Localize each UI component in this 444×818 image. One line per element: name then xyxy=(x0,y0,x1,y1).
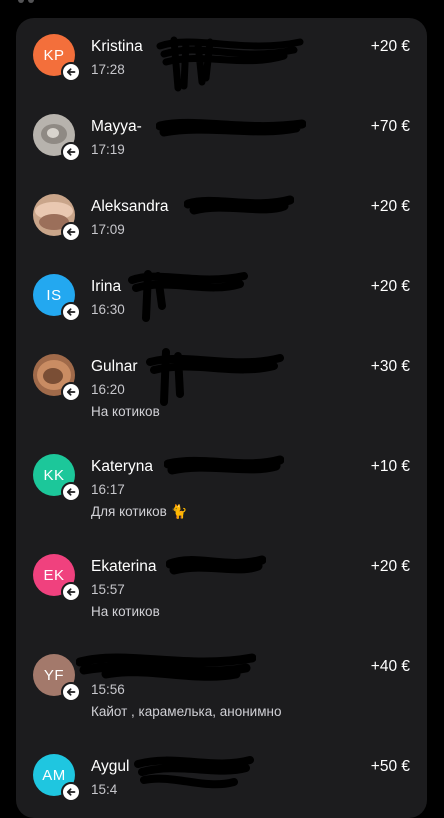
incoming-badge xyxy=(61,582,81,602)
sender-name: Aygul xyxy=(91,758,130,775)
transaction-time: 16:30 xyxy=(91,302,125,317)
transaction-amount: +20 € xyxy=(370,558,410,575)
sender-name: Kristina xyxy=(91,38,143,55)
sender-name: Gulnar xyxy=(91,358,138,375)
redaction-scribble xyxy=(184,195,294,215)
arrow-left-icon xyxy=(66,388,76,396)
incoming-badge xyxy=(61,222,81,242)
transaction-time: 17:28 xyxy=(91,62,125,77)
arrow-left-icon xyxy=(66,308,76,316)
transaction-amount: +40 € xyxy=(370,658,410,675)
avatar xyxy=(33,114,81,162)
avatar: KK xyxy=(33,454,81,502)
redaction-scribble xyxy=(166,555,266,575)
redaction-scribble xyxy=(156,118,306,137)
redaction-scribble xyxy=(128,270,248,322)
sender-name: Ekaterina xyxy=(91,558,157,575)
avatar: EK xyxy=(33,554,81,602)
arrow-left-icon xyxy=(66,228,76,236)
incoming-badge xyxy=(61,782,81,802)
sender-name: Irina xyxy=(91,278,122,295)
transaction-note: На котиков xyxy=(91,604,160,619)
redaction-scribble xyxy=(156,36,304,92)
arrow-left-icon xyxy=(66,688,76,696)
avatar: KP xyxy=(33,34,81,82)
transaction-row[interactable]: EK Ekaterina 15:57 На котиков +20 € xyxy=(16,538,427,638)
transaction-amount: +20 € xyxy=(370,198,410,215)
transaction-amount: +30 € xyxy=(370,358,410,375)
arrow-left-icon xyxy=(66,588,76,596)
transaction-amount: +20 € xyxy=(370,38,410,55)
redaction-scribble xyxy=(134,756,254,789)
arrow-left-icon xyxy=(66,148,76,156)
redaction-scribble xyxy=(146,348,284,406)
transaction-amount: +50 € xyxy=(370,758,410,775)
arrow-left-icon xyxy=(66,788,76,796)
transaction-row[interactable]: AM Aygul 15:4 +50 € xyxy=(16,738,427,818)
transaction-time: 15:4 xyxy=(91,782,118,797)
arrow-left-icon xyxy=(66,488,76,496)
transaction-note: На котиков xyxy=(91,404,160,419)
transaction-note: Кайот , карамелька, анонимно xyxy=(91,704,282,719)
incoming-badge xyxy=(61,382,81,402)
sender-name: Kateryna xyxy=(91,458,154,475)
redaction-scribble xyxy=(76,653,256,681)
arrow-left-icon xyxy=(66,68,76,76)
transaction-amount: +10 € xyxy=(370,458,410,475)
transaction-row[interactable]: YF 15:56 Кайот , карамелька, анонимно +4… xyxy=(16,638,427,738)
incoming-badge xyxy=(61,482,81,502)
transaction-amount: +20 € xyxy=(370,278,410,295)
transaction-note: Для котиков 🐈 xyxy=(91,504,188,519)
sender-name: Aleksandra xyxy=(91,198,169,215)
avatar: AM xyxy=(33,754,81,802)
transaction-time: 17:19 xyxy=(91,142,125,157)
transaction-amount: +70 € xyxy=(370,118,410,135)
transaction-time: 15:56 xyxy=(91,682,125,697)
transaction-row[interactable]: KK Kateryna 16:17 Для котиков 🐈 +10 € xyxy=(16,438,427,538)
transaction-list: KP Kristina 17:28 +20 € Mayya- 17:19 +70… xyxy=(16,18,427,818)
avatar: IS xyxy=(33,274,81,322)
redaction-scribble xyxy=(164,455,284,475)
sender-name: Mayya- xyxy=(91,118,142,135)
transaction-time: 15:57 xyxy=(91,582,125,597)
avatar xyxy=(33,194,81,242)
incoming-badge xyxy=(61,62,81,82)
transaction-row[interactable]: Gulnar 16:20 На котиков +30 € xyxy=(16,338,427,438)
transaction-time: 17:09 xyxy=(91,222,125,237)
header-remnant xyxy=(18,0,78,4)
avatar: YF xyxy=(33,654,81,702)
incoming-badge xyxy=(61,682,81,702)
incoming-badge xyxy=(61,302,81,322)
incoming-badge xyxy=(61,142,81,162)
transaction-time: 16:17 xyxy=(91,482,125,497)
transaction-time: 16:20 xyxy=(91,382,125,397)
avatar xyxy=(33,354,81,402)
